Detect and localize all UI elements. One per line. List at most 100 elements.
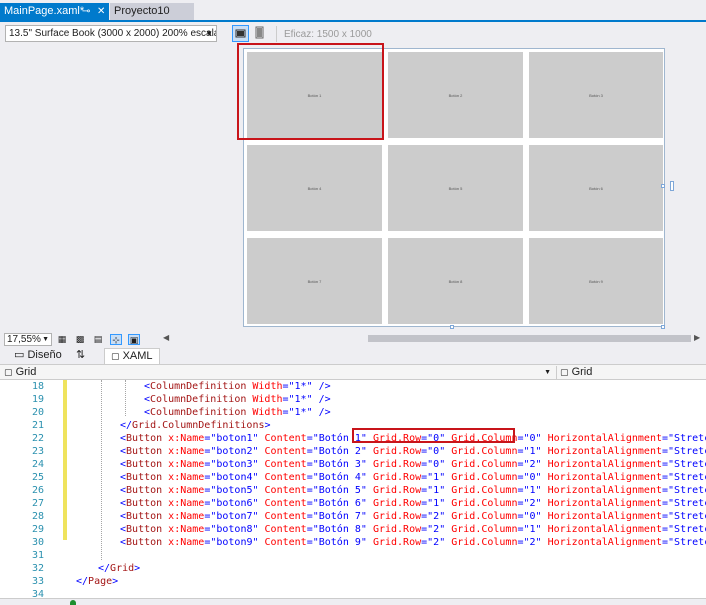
code-token: Content — [258, 472, 307, 483]
code-token: Botón 4 — [318, 472, 361, 483]
code-token: =" — [306, 459, 319, 470]
scroll-left-icon[interactable]: ◀ — [163, 333, 169, 342]
code-token: boton8 — [216, 524, 253, 535]
close-icon[interactable]: ✕ — [97, 3, 105, 20]
code-token: HorizontalAlignment — [541, 459, 662, 470]
code-token: Grid.Row — [366, 537, 422, 548]
grid-button-9[interactable]: Botón 9 — [529, 238, 663, 324]
code-token: Botón 7 — [318, 511, 361, 522]
code-text: </Grid> — [98, 562, 140, 575]
pin-icon[interactable]: ⊸ — [82, 3, 90, 20]
tab-design[interactable]: ▭ Diseño — [14, 348, 62, 363]
code-token: x:Name — [162, 537, 205, 548]
scroll-right-icon[interactable]: ▶ — [694, 333, 700, 342]
code-line[interactable]: 19 <ColumnDefinition Width="1*" /> — [0, 393, 706, 406]
grid-button-6[interactable]: Botón 6 — [529, 145, 663, 231]
snap-lines-icon[interactable]: ⊹ — [110, 334, 122, 345]
code-token: Botón 3 — [318, 459, 361, 470]
code-token: x:Name — [162, 472, 205, 483]
resize-handle-corner[interactable] — [661, 325, 665, 329]
code-token: =" — [662, 446, 675, 457]
portrait-button[interactable] — [252, 25, 269, 42]
code-token: Content — [258, 537, 307, 548]
resize-handle[interactable] — [661, 184, 665, 188]
resize-handle-bottom[interactable] — [450, 325, 454, 329]
element-dropdown-right[interactable]: ▢ Grid — [556, 366, 706, 379]
selection-highlight — [237, 43, 384, 140]
zoom-selector[interactable]: 17,55% ▼ — [4, 333, 52, 346]
grid-button-4[interactable]: Botón 4 — [247, 145, 382, 231]
code-token: Grid.Column — [445, 511, 518, 522]
code-token: =" — [204, 511, 217, 522]
code-token: > — [134, 563, 141, 574]
code-line[interactable]: 25 <Button x:Name="boton4" Content="Botón… — [0, 471, 706, 484]
tab-mainpage-xaml[interactable]: MainPage.xaml* ⊸ ✕ — [0, 3, 109, 20]
code-token: =" — [306, 485, 319, 496]
code-line[interactable]: 27 <Button x:Name="boton6" Content="Botón… — [0, 497, 706, 510]
grid-button-5[interactable]: Botón 5 — [388, 145, 523, 231]
code-line[interactable]: 26 <Button x:Name="boton5" Content="Botón… — [0, 484, 706, 497]
horizontal-scrollbar[interactable] — [368, 335, 691, 342]
code-token: Width — [246, 407, 283, 418]
resize-grip[interactable] — [670, 181, 674, 191]
design-surface[interactable]: Botón 1 Botón 2 Botón 3 Botón 4 Botón 5 … — [4, 43, 704, 333]
line-number: 21 — [31, 420, 44, 431]
code-line[interactable]: 20 <ColumnDefinition Width="1*" /> — [0, 406, 706, 419]
device-selector[interactable]: 13.5" Surface Book (3000 x 2000) 200% es… — [5, 25, 217, 42]
code-line[interactable]: 28 <Button x:Name="boton7" Content="Botón… — [0, 510, 706, 523]
grid-button-3[interactable]: Botón 3 — [529, 52, 663, 138]
line-number: 19 — [31, 394, 44, 405]
code-token: Grid.Column — [445, 472, 518, 483]
landscape-icon — [235, 29, 246, 38]
code-token: =" — [662, 537, 675, 548]
code-token: Content — [258, 446, 307, 457]
grid-button-7[interactable]: Botón 7 — [247, 238, 382, 324]
code-token: Content — [258, 433, 307, 444]
code-text: <Button x:Name="boton7" Content="Botón 7… — [120, 510, 706, 523]
code-line[interactable]: 29 <Button x:Name="boton8" Content="Botón… — [0, 523, 706, 536]
code-token: </ — [76, 576, 89, 587]
artboard-icon[interactable]: ▤ — [92, 334, 104, 345]
tab-proyecto10[interactable]: Proyecto10 — [110, 3, 194, 20]
code-token: ColumnDefinition — [150, 381, 247, 392]
code-line[interactable]: 34 — [0, 588, 706, 598]
code-line[interactable]: 18 <ColumnDefinition Width="1*" /> — [0, 380, 706, 393]
code-line[interactable]: 24 <Button x:Name="boton3" Content="Botón… — [0, 458, 706, 471]
xaml-code-editor[interactable]: 18 <ColumnDefinition Width="1*" /> 19 <Colu… — [0, 380, 706, 598]
grid-button-2[interactable]: Botón 2 — [388, 52, 523, 138]
code-token: Grid.Row — [366, 524, 422, 535]
code-token: Grid.Row — [366, 459, 422, 470]
project-code-icon[interactable]: ▣ — [128, 334, 140, 345]
grid-button-8[interactable]: Botón 8 — [388, 238, 523, 324]
code-token: =" — [662, 524, 675, 535]
code-token: =" — [517, 524, 530, 535]
code-text: <Button x:Name="boton4" Content="Botón 4… — [120, 471, 706, 484]
element-dropdown-left[interactable]: ▢ Grid ▼ — [4, 366, 553, 379]
code-line[interactable]: 30 <Button x:Name="boton9" Content="Botón… — [0, 536, 706, 549]
grid-icon[interactable]: ▦ — [56, 334, 68, 345]
code-token: Button — [126, 446, 163, 457]
xaml-icon: ▢ — [111, 351, 120, 361]
code-token: > — [112, 576, 119, 587]
code-token: =" — [421, 524, 434, 535]
swap-panes-button[interactable]: ⇅ — [76, 348, 85, 363]
code-token: Botón 2 — [318, 446, 361, 457]
line-number: 33 — [31, 576, 44, 587]
code-token: =" — [204, 537, 217, 548]
snap-grid-icon[interactable]: ▩ — [74, 334, 86, 345]
code-line[interactable]: 23 <Button x:Name="boton2" Content="Botón… — [0, 445, 706, 458]
line-number: 24 — [31, 459, 44, 470]
tab-xaml[interactable]: ▢ XAML — [104, 348, 160, 364]
code-text: <Button x:Name="boton5" Content="Botón 5… — [120, 484, 706, 497]
landscape-button[interactable] — [232, 25, 249, 42]
line-number: 25 — [31, 472, 44, 483]
code-line[interactable]: 31 — [0, 549, 706, 562]
code-line[interactable]: 33 </Page> — [0, 575, 706, 588]
code-token: HorizontalAlignment — [541, 433, 662, 444]
code-text: <Button x:Name="boton3" Content="Botón 3… — [120, 458, 706, 471]
code-line[interactable]: 32 </Grid> — [0, 562, 706, 575]
code-token: =" — [282, 394, 295, 405]
code-text: <ColumnDefinition Width="1*" /> — [144, 380, 331, 393]
code-token: HorizontalAlignment — [541, 511, 662, 522]
code-token: =" — [517, 472, 530, 483]
